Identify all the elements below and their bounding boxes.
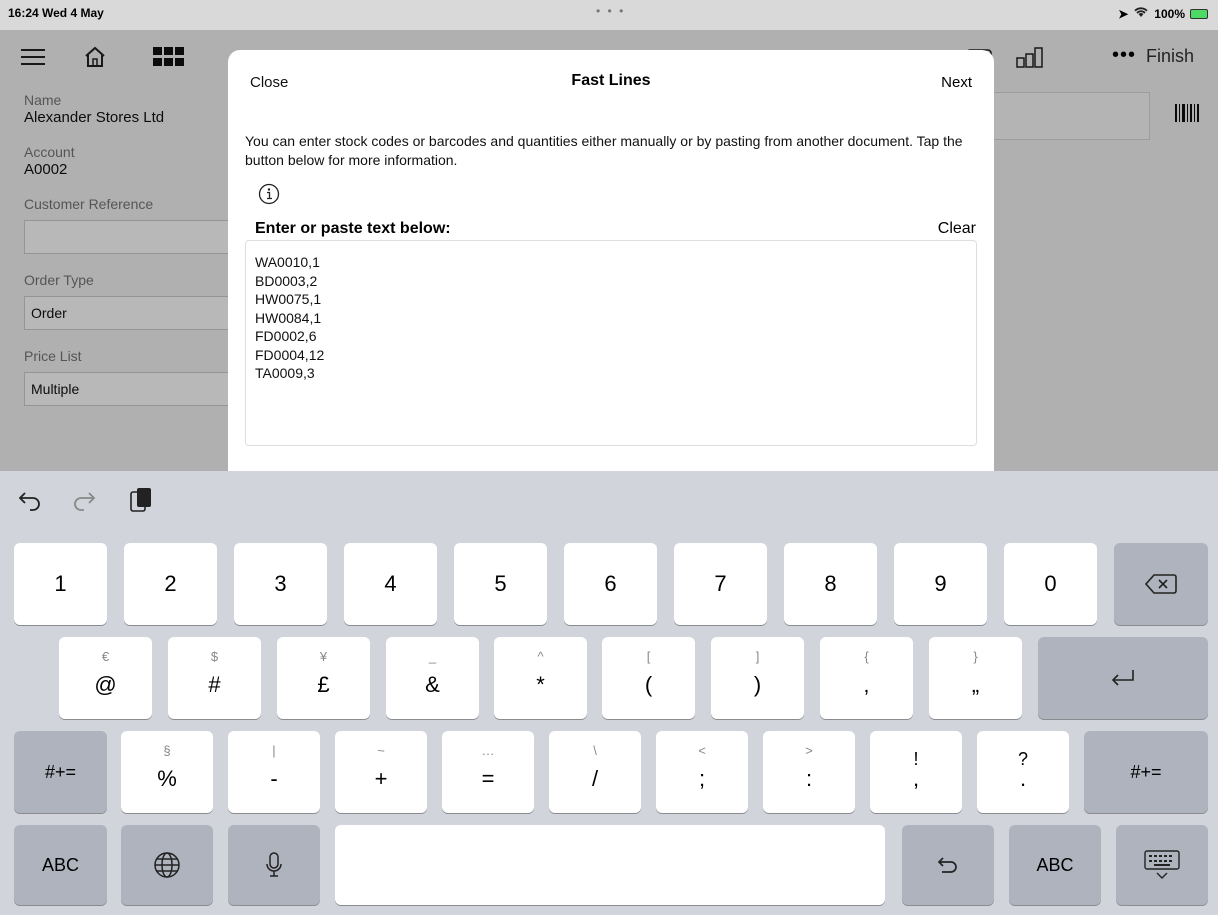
key-percent[interactable]: §% [121,731,213,813]
undo-icon[interactable] [16,485,46,515]
key-8[interactable]: 8 [784,543,877,625]
key-slash[interactable]: \ / [549,731,641,813]
battery-icon [1190,8,1208,19]
key-hash[interactable]: $ # [168,637,261,719]
undo-key[interactable] [902,825,994,905]
symbols-shift-right[interactable]: #+= [1084,731,1208,813]
fast-lines-textarea[interactable]: WA0010,1 BD0003,2 HW0075,1 HW0084,1 FD00… [245,240,977,446]
key-pound[interactable]: ¥ £ [277,637,370,719]
key-semicolon[interactable]: <; [656,731,748,813]
key-2[interactable]: 2 [124,543,217,625]
modal-description: You can enter stock codes or barcodes an… [245,133,963,168]
keyboard-hide-icon [1144,850,1180,879]
key-5[interactable]: 5 [454,543,547,625]
info-icon[interactable] [258,183,280,205]
paste-icon[interactable] [126,485,156,515]
fast-lines-modal: Close Fast Lines Next You can enter stoc… [228,50,994,471]
key-colon[interactable]: >: [763,731,855,813]
globe-icon [154,852,180,878]
key-6[interactable]: 6 [564,543,657,625]
key-0[interactable]: 0 [1004,543,1097,625]
location-icon: ➤ [1118,6,1129,21]
symbols-shift-left[interactable]: #+= [14,731,107,813]
key-minus[interactable]: | - [228,731,320,813]
status-bar: 16:24 Wed 4 May • • • ➤ 100% [0,0,1218,30]
delete-key[interactable] [1114,543,1208,625]
battery-percent: 100% [1154,6,1185,21]
globe-key[interactable] [121,825,213,905]
onscreen-keyboard: 1 2 3 4 5 6 7 8 9 0 € @ $ # ¥ £ _ & ^ * [( ])… [0,471,1218,915]
key-ampersand[interactable]: _ & [386,637,479,719]
key-double-quote[interactable]: } „ [929,637,1022,719]
undo-arrow-icon [937,857,957,873]
key-7[interactable]: 7 [674,543,767,625]
key-4[interactable]: 4 [344,543,437,625]
redo-icon[interactable] [68,485,98,515]
next-button[interactable]: Next [941,74,972,91]
key-open-paren[interactable]: [( [602,637,695,719]
status-right: ➤ 100% [1118,6,1208,21]
key-period[interactable]: ?. [977,731,1069,813]
abc-key-left[interactable]: ABC [14,825,107,905]
key-1[interactable]: 1 [14,543,107,625]
abc-key-right[interactable]: ABC [1009,825,1101,905]
key-close-paren[interactable]: ]) [711,637,804,719]
microphone-icon [266,852,282,877]
key-single-quote[interactable]: {‚ [820,637,913,719]
key-plus[interactable]: ~ + [335,731,427,813]
text-prompt: Enter or paste text below: [255,220,451,237]
clear-button[interactable]: Clear [938,220,976,238]
key-at[interactable]: € @ [59,637,152,719]
wifi-icon [1133,6,1149,21]
space-bar[interactable] [335,825,885,905]
key-asterisk[interactable]: ^ * [494,637,587,719]
delete-icon [1144,574,1177,594]
dismiss-keyboard-key[interactable] [1116,825,1208,905]
key-3[interactable]: 3 [234,543,327,625]
key-equals[interactable]: … = [442,731,534,813]
dictation-key[interactable] [228,825,320,905]
return-key[interactable] [1038,637,1208,719]
return-icon [1111,670,1134,686]
key-comma[interactable]: !, [870,731,962,813]
key-9[interactable]: 9 [894,543,987,625]
multitasking-dots-icon[interactable]: • • • [596,4,625,18]
modal-title: Fast Lines [571,72,651,89]
status-time: 16:24 Wed 4 May [8,6,104,20]
